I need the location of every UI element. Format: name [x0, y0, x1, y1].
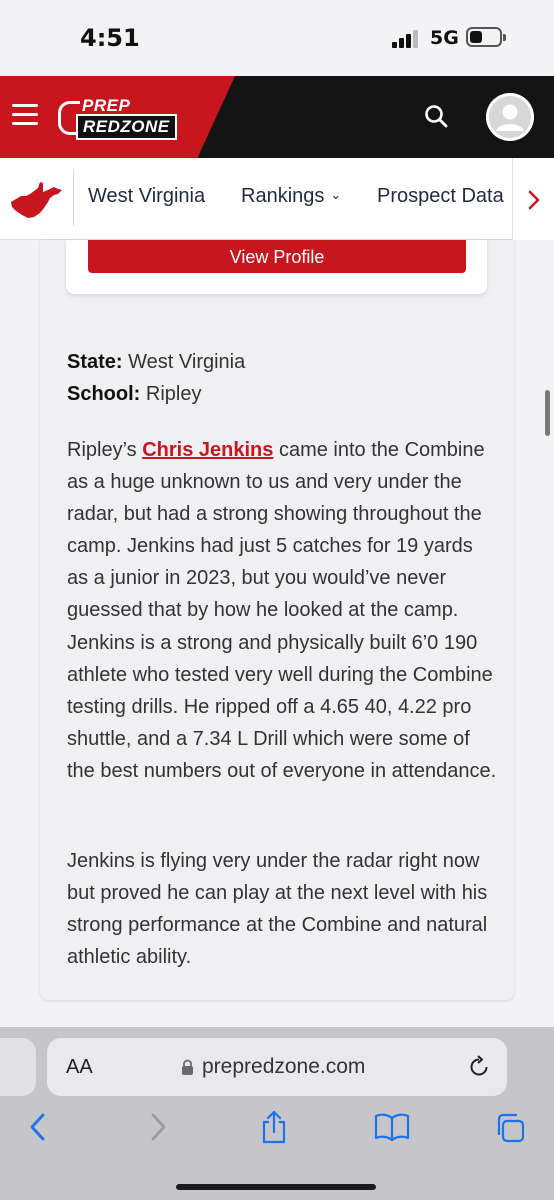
status-time: 4:51 [80, 24, 140, 52]
subnav-scroll-right-button[interactable] [512, 158, 554, 240]
chevron-down-icon: ⌄ [330, 187, 342, 202]
bookmarks-icon[interactable] [374, 1112, 410, 1147]
site-header: PREP REDZONE [0, 76, 554, 158]
prep-redzone-logo[interactable]: PREP REDZONE [58, 96, 180, 140]
chevron-right-icon [528, 190, 540, 210]
scrollbar-thumb[interactable] [545, 390, 550, 436]
logo-text-top: PREP [82, 96, 131, 115]
subnav-item-rankings[interactable]: Rankings ⌄ [241, 185, 341, 208]
user-avatar[interactable] [486, 93, 534, 141]
share-icon[interactable] [259, 1110, 289, 1149]
school-value: Ripley [145, 383, 202, 405]
school-label: School: [67, 383, 141, 405]
lock-icon [181, 1059, 194, 1081]
article-paragraph-2: Jenkins is flying very under the radar r… [67, 850, 488, 969]
tabs-icon[interactable] [494, 1112, 526, 1149]
reader-aa-button[interactable]: AA [66, 1056, 93, 1079]
article-paragraph-1: Ripley’s Chris Jenkins came into the Com… [67, 434, 497, 787]
search-icon[interactable] [422, 102, 450, 130]
player-profile-link[interactable]: Chris Jenkins [142, 439, 273, 461]
subnav-item-rankings-label: Rankings [241, 185, 325, 207]
cellular-signal-icon [392, 30, 420, 48]
network-type: 5G [430, 27, 459, 49]
back-icon[interactable] [26, 1112, 50, 1147]
subnav-item-west-virginia[interactable]: West Virginia [88, 185, 205, 208]
school-line: School: Ripley [67, 383, 201, 406]
forward-icon[interactable] [146, 1112, 170, 1147]
state-label: State: [67, 351, 123, 373]
hamburger-menu-icon[interactable] [12, 104, 38, 126]
url-text[interactable]: prepredzone.com [202, 1055, 365, 1079]
reload-icon[interactable] [466, 1054, 492, 1085]
home-indicator [176, 1184, 376, 1190]
subnav-item-prospect-data[interactable]: Prospect Data [377, 185, 504, 208]
subnav-divider [73, 170, 74, 226]
paragraph-prefix: Ripley’s [67, 439, 143, 461]
state-value: West Virginia [128, 351, 246, 373]
ios-status-bar: 4:51 5G [0, 0, 554, 76]
view-profile-button[interactable]: View Profile [88, 240, 466, 273]
state-line: State: West Virginia [67, 351, 245, 374]
west-virginia-map-icon[interactable] [10, 180, 64, 225]
battery-icon [466, 27, 506, 47]
logo-text-bottom: REDZONE [76, 114, 177, 140]
paragraph-body: came into the Combine as a huge unknown … [67, 439, 497, 782]
previous-tab-edge[interactable] [0, 1038, 36, 1096]
